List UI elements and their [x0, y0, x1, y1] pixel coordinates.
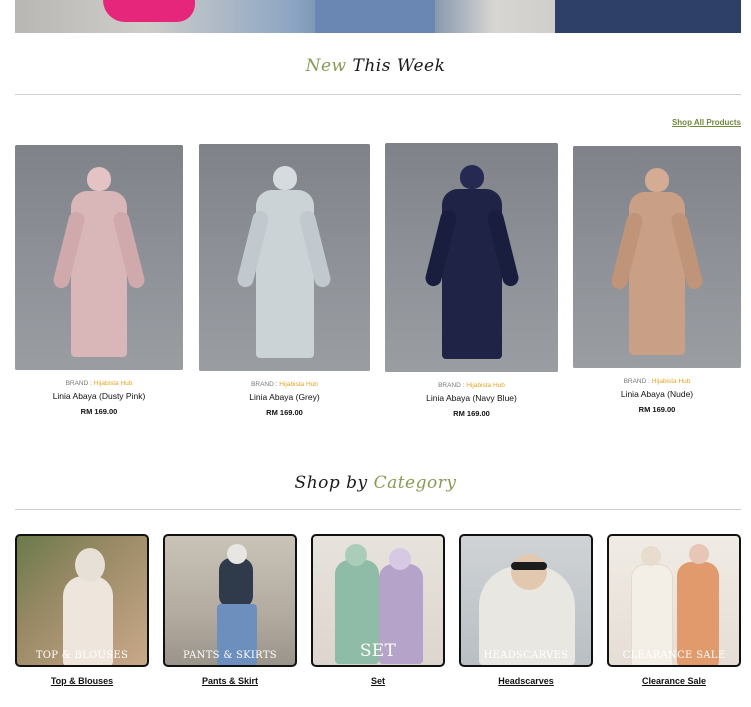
heading-accent: Category	[373, 473, 457, 493]
category-link[interactable]: Set	[311, 676, 445, 686]
category-card[interactable]: HEADSCARVES Headscarves	[459, 534, 593, 686]
product-image[interactable]	[15, 145, 183, 370]
product-name[interactable]: Linia Abaya (Grey)	[199, 392, 370, 402]
category-link[interactable]: Clearance Sale	[607, 676, 741, 686]
product-card[interactable]: BRAND : Hijabista Hub Linia Abaya (Nude)…	[573, 146, 741, 414]
product-image[interactable]	[573, 146, 741, 368]
product-price: RM 169.00	[266, 408, 303, 417]
shop-all-products-link[interactable]: Shop All Products	[672, 118, 741, 127]
category-card[interactable]: TOP & BLOUSES Top & Blouses	[15, 534, 149, 686]
product-brand: BRAND : Hijabista Hub	[623, 378, 691, 385]
heading-accent: New	[305, 56, 347, 76]
product-brand: BRAND : Hijabista Hub	[65, 380, 133, 387]
product-image[interactable]	[385, 143, 558, 372]
brand-link[interactable]: Hijabista Hub	[466, 382, 505, 389]
category-overlay-text: SET	[359, 641, 397, 661]
hero-denim-skirt-dark	[555, 0, 741, 33]
category-link[interactable]: Top & Blouses	[15, 676, 149, 686]
category-image[interactable]: TOP & BLOUSES	[15, 534, 149, 667]
product-price: RM 169.00	[80, 407, 118, 416]
category-overlay-text: CLEARANCE SALE	[622, 650, 726, 661]
product-brand: BRAND : Hijabista Hub	[438, 382, 505, 389]
brand-link[interactable]: Hijabista Hub	[652, 378, 691, 385]
product-card[interactable]: BRAND : Hijabista Hub Linia Abaya (Dusty…	[15, 145, 183, 416]
product-card[interactable]: BRAND : Hijabista Hub Linia Abaya (Grey)…	[199, 144, 370, 417]
product-card[interactable]: BRAND : Hijabista Hub Linia Abaya (Navy …	[385, 143, 558, 418]
category-link[interactable]: Pants & Skirt	[163, 676, 297, 686]
category-image[interactable]: CLEARANCE SALE	[607, 534, 741, 667]
category-link[interactable]: Headscarves	[459, 676, 593, 686]
heading-main: This Week	[352, 56, 446, 76]
product-name[interactable]: Linia Abaya (Dusty Pink)	[15, 391, 183, 401]
category-overlay-text: PANTS & SKIRTS	[183, 650, 277, 661]
product-name[interactable]: Linia Abaya (Navy Blue)	[385, 393, 558, 403]
shop-by-category-heading: Shop by Category	[0, 473, 751, 493]
category-image[interactable]: HEADSCARVES	[459, 534, 593, 667]
new-this-week-heading: New This Week	[0, 56, 751, 76]
heading-main: Shop by	[294, 473, 368, 493]
product-image[interactable]	[199, 144, 370, 371]
category-image[interactable]: SET	[311, 534, 445, 667]
product-price: RM 169.00	[638, 405, 676, 414]
category-overlay-text: TOP & BLOUSES	[35, 650, 129, 661]
category-card[interactable]: CLEARANCE SALE Clearance Sale	[607, 534, 741, 686]
category-card[interactable]: PANTS & SKIRTS Pants & Skirt	[163, 534, 297, 686]
section-divider	[15, 509, 741, 510]
hero-denim-skirt	[315, 0, 435, 33]
brand-link[interactable]: Hijabista Hub	[279, 381, 318, 388]
category-card[interactable]: SET Set	[311, 534, 445, 686]
category-overlay-text: HEADSCARVES	[483, 650, 569, 661]
product-brand: BRAND : Hijabista Hub	[251, 381, 318, 388]
hero-pink-garment	[103, 0, 195, 22]
category-image[interactable]: PANTS & SKIRTS	[163, 534, 297, 667]
brand-link[interactable]: Hijabista Hub	[94, 380, 133, 387]
product-name[interactable]: Linia Abaya (Nude)	[573, 389, 741, 399]
section-divider	[15, 94, 741, 95]
hero-banner-image[interactable]	[15, 0, 741, 33]
product-price: RM 169.00	[453, 409, 490, 418]
